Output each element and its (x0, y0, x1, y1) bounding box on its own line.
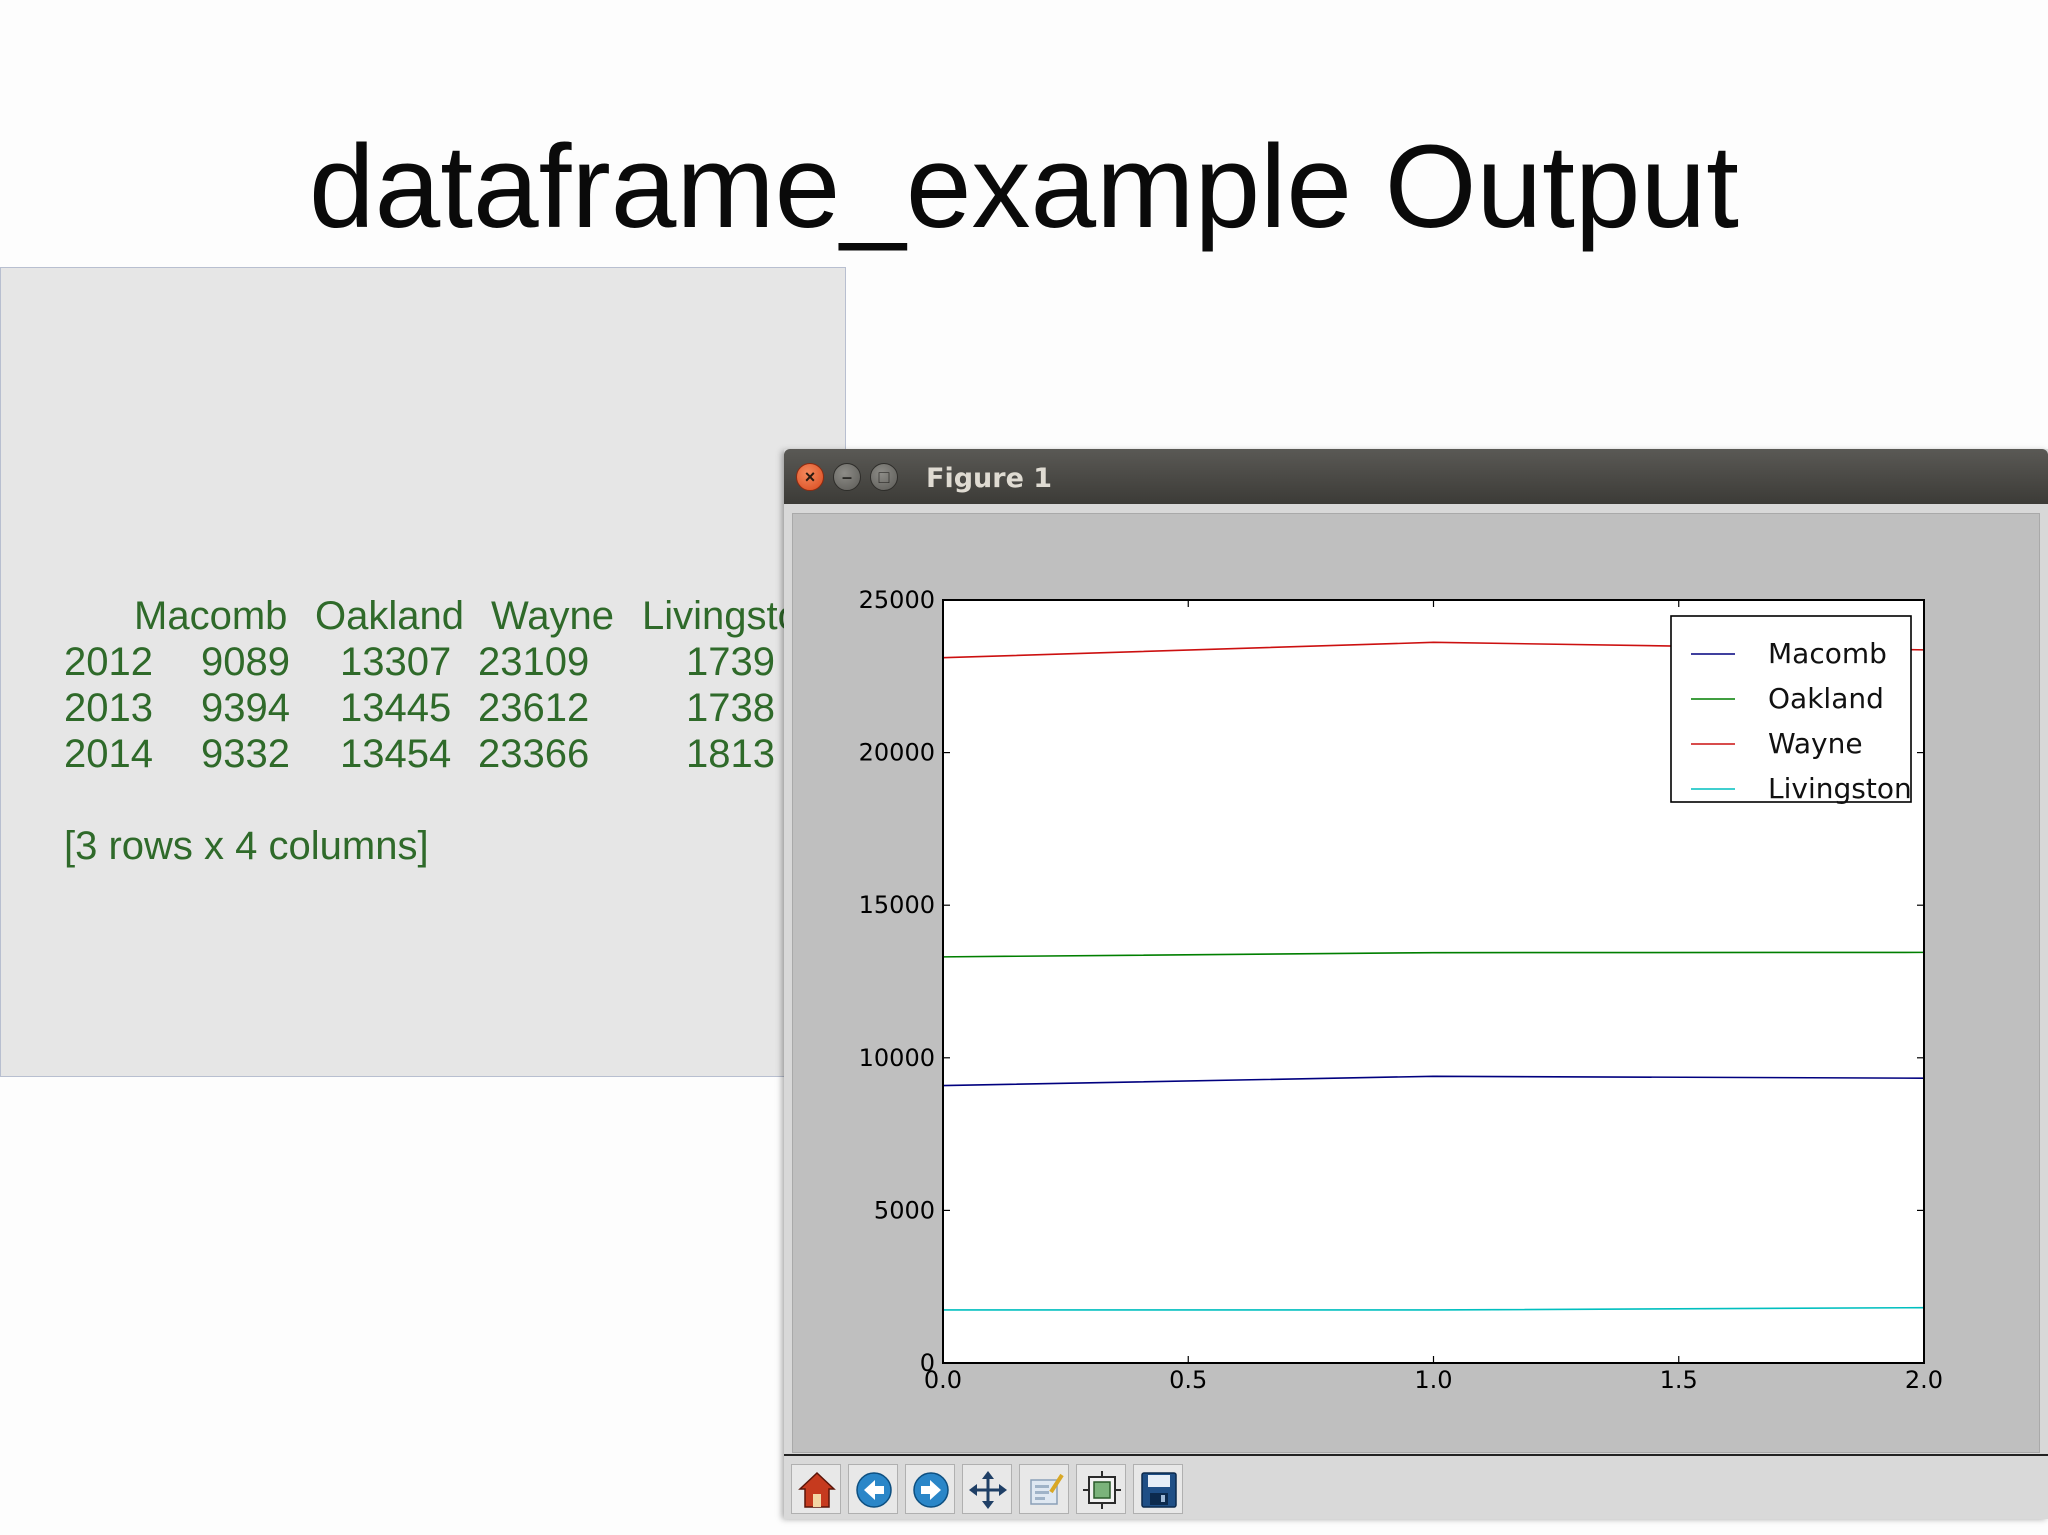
pan-button[interactable] (962, 1464, 1012, 1514)
table-cell: 13454 (340, 732, 452, 776)
y-tick-label: 0 (920, 1349, 935, 1377)
subplots-button[interactable] (1076, 1464, 1126, 1514)
zoom-icon (1030, 1473, 1064, 1505)
table-cell: 9089 (201, 640, 290, 684)
row-index: 2014 (64, 732, 153, 776)
legend-label: Wayne (1768, 727, 1863, 760)
close-button[interactable]: × (796, 463, 824, 491)
legend-label: Livingston (1768, 772, 1912, 805)
figure-window[interactable]: × – □ Figure 1 0.0 0.5 1.0 1.5 2.0 0 5000 10000… (784, 449, 2048, 1519)
zoom-button[interactable] (1019, 1464, 1069, 1514)
x-tick-label: 1.0 (1414, 1366, 1452, 1394)
minimize-button[interactable]: – (833, 463, 861, 491)
table-cell: 23109 (478, 640, 590, 684)
navigation-toolbar (784, 1454, 2048, 1519)
table-cell: 9394 (201, 686, 290, 730)
x-tick-label: 0.5 (1169, 1366, 1207, 1394)
column-header-oakland: Oakland (315, 594, 464, 638)
table-cell: 23612 (478, 686, 590, 730)
column-header-macomb: Macomb (134, 594, 288, 638)
column-header-wayne: Wayne (491, 594, 615, 638)
back-icon (856, 1472, 892, 1508)
y-tick-label: 5000 (874, 1196, 935, 1224)
x-tick-label: 1.5 (1660, 1366, 1698, 1394)
table-cell: 9332 (201, 732, 290, 776)
forward-button[interactable] (905, 1464, 955, 1514)
line-chart: 0.0 0.5 1.0 1.5 2.00500010000150002000025000… (859, 586, 1943, 1394)
table-cell: 23366 (478, 732, 590, 776)
row-index: 2013 (64, 686, 153, 730)
minimize-icon: – (841, 467, 852, 487)
dataframe-shape-footer: [3 rows x 4 columns] (64, 824, 429, 868)
table-cell: 1813 (686, 732, 775, 776)
slide-title: dataframe_example Output (309, 121, 1739, 253)
figure-canvas[interactable]: 0.0 0.5 1.0 1.5 2.0 0 5000 10000 15000 20000 25000… (792, 513, 2040, 1453)
y-tick-label: 10000 (859, 1044, 935, 1072)
home-button[interactable] (791, 1464, 841, 1514)
y-tick-label: 15000 (859, 891, 935, 919)
forward-icon (913, 1472, 949, 1508)
save-icon (1141, 1472, 1177, 1508)
row-index: 2012 (64, 640, 153, 684)
table-cell: 13445 (340, 686, 452, 730)
table-cell: 1739 (686, 640, 775, 684)
pan-icon (969, 1471, 1007, 1509)
subplots-icon (1083, 1471, 1121, 1509)
y-tick-label: 25000 (859, 586, 935, 614)
window-titlebar[interactable]: × – □ Figure 1 (784, 449, 2048, 504)
back-button[interactable] (848, 1464, 898, 1514)
legend-label: Oakland (1768, 682, 1884, 715)
save-button[interactable] (1133, 1464, 1183, 1514)
maximize-icon: □ (878, 467, 890, 487)
console-output-panel: Macomb Oakland Wayne Livingston 2012 908… (0, 267, 846, 1077)
table-cell: 13307 (340, 640, 452, 684)
close-icon: × (804, 467, 816, 487)
home-icon (798, 1471, 836, 1508)
maximize-button[interactable]: □ (870, 463, 898, 491)
y-tick-label: 20000 (859, 739, 935, 767)
x-tick-label: 2.0 (1905, 1366, 1943, 1394)
window-title: Figure 1 (926, 463, 1053, 494)
table-cell: 1738 (686, 686, 775, 730)
legend-label: Macomb (1768, 637, 1887, 670)
